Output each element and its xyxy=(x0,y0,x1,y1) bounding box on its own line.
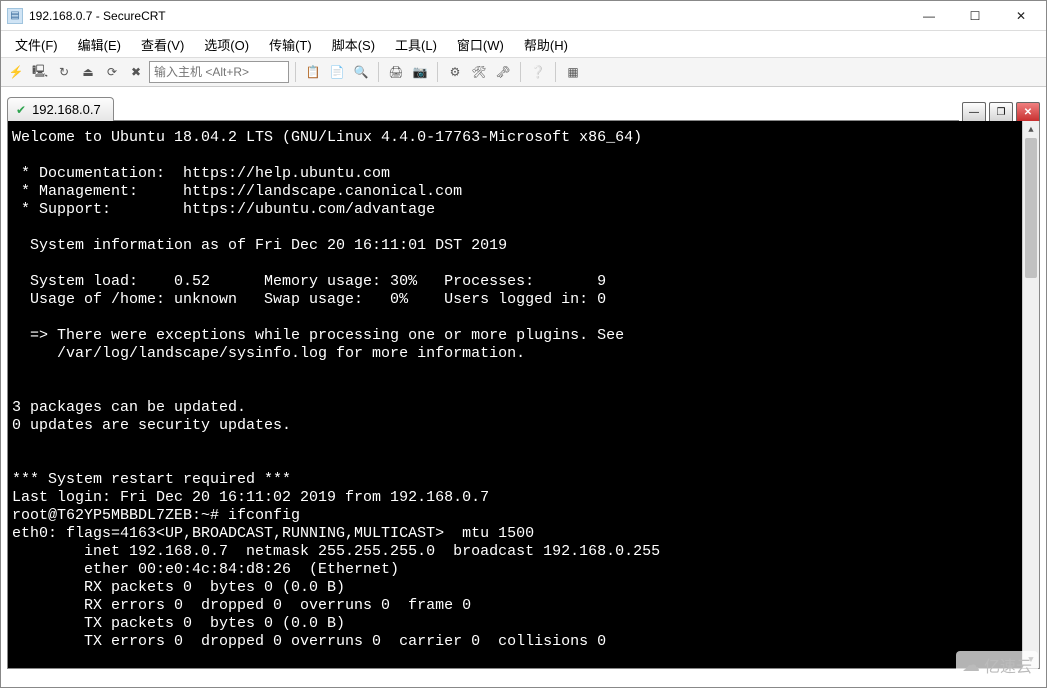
copy-icon[interactable]: 📋 xyxy=(302,61,324,83)
tab-close-button[interactable]: ✕ xyxy=(1016,102,1040,121)
menu-options[interactable]: 选项(O) xyxy=(196,33,257,56)
global-options-icon[interactable]: 🛠 xyxy=(468,61,490,83)
tab-strip: ✔ 192.168.0.7 — ❐ ✕ xyxy=(7,93,1040,121)
cloud-icon: ☁ xyxy=(962,655,980,676)
tab-restore-button[interactable]: ❐ xyxy=(989,102,1013,121)
print-icon[interactable]: 🖨 xyxy=(385,61,407,83)
menu-view[interactable]: 查看(V) xyxy=(133,33,192,56)
menu-window[interactable]: 窗口(W) xyxy=(449,33,512,56)
session-tab[interactable]: ✔ 192.168.0.7 xyxy=(7,97,114,121)
scroll-up-icon[interactable]: ▲ xyxy=(1023,121,1039,138)
toolbar: ⚡ 🖳 ↻ ⏏ ⟳ ✖ 📋 📄 🔍 🖨 📷 ⚙ 🛠 🗝 ❔ ▦ xyxy=(1,57,1046,87)
menu-edit[interactable]: 编辑(E) xyxy=(70,33,129,56)
window-title: 192.168.0.7 - SecureCRT xyxy=(29,9,166,23)
maximize-button[interactable]: ☐ xyxy=(952,1,998,31)
reconnect-icon[interactable]: ↻ xyxy=(53,61,75,83)
toggle-terminal-icon[interactable]: ▦ xyxy=(562,61,584,83)
disconnect-all-icon[interactable]: ✖ xyxy=(125,61,147,83)
menubar: 文件(F) 编辑(E) 查看(V) 选项(O) 传输(T) 脚本(S) 工具(L… xyxy=(1,31,1046,57)
help-icon[interactable]: ❔ xyxy=(527,61,549,83)
app-icon: ▤ xyxy=(7,8,23,24)
terminal[interactable]: Welcome to Ubuntu 18.04.2 LTS (GNU/Linux… xyxy=(7,121,1040,669)
menu-help[interactable]: 帮助(H) xyxy=(516,33,576,56)
connect-icon[interactable]: 🖳 xyxy=(29,61,51,83)
find-icon[interactable]: 🔍 xyxy=(350,61,372,83)
keymap-icon[interactable]: 🗝 xyxy=(492,61,514,83)
tab-minimize-button[interactable]: — xyxy=(962,102,986,121)
menu-transfer[interactable]: 传输(T) xyxy=(261,33,320,56)
terminal-output[interactable]: Welcome to Ubuntu 18.04.2 LTS (GNU/Linux… xyxy=(8,121,1022,668)
session-options-icon[interactable]: ⚙ xyxy=(444,61,466,83)
minimize-button[interactable]: — xyxy=(906,1,952,31)
screenshot-icon[interactable]: 📷 xyxy=(409,61,431,83)
scroll-track[interactable] xyxy=(1023,138,1039,651)
quick-connect-icon[interactable]: ⚡ xyxy=(5,61,27,83)
menu-script[interactable]: 脚本(S) xyxy=(324,33,383,56)
reconnect-all-icon[interactable]: ⟳ xyxy=(101,61,123,83)
watermark-text: 亿速云 xyxy=(984,653,1032,677)
menu-tools[interactable]: 工具(L) xyxy=(387,33,445,56)
tab-label: 192.168.0.7 xyxy=(32,102,101,117)
close-button[interactable]: ✕ xyxy=(998,1,1044,31)
scroll-thumb[interactable] xyxy=(1025,138,1037,278)
paste-icon[interactable]: 📄 xyxy=(326,61,348,83)
menu-file[interactable]: 文件(F) xyxy=(7,33,66,56)
disconnect-icon[interactable]: ⏏ xyxy=(77,61,99,83)
terminal-scrollbar[interactable]: ▲ ▼ xyxy=(1022,121,1039,668)
window-titlebar: ▤ 192.168.0.7 - SecureCRT — ☐ ✕ xyxy=(1,1,1046,31)
connected-check-icon: ✔ xyxy=(16,103,26,117)
host-input[interactable] xyxy=(149,61,289,83)
watermark: ☁ 亿速云 xyxy=(956,651,1038,679)
